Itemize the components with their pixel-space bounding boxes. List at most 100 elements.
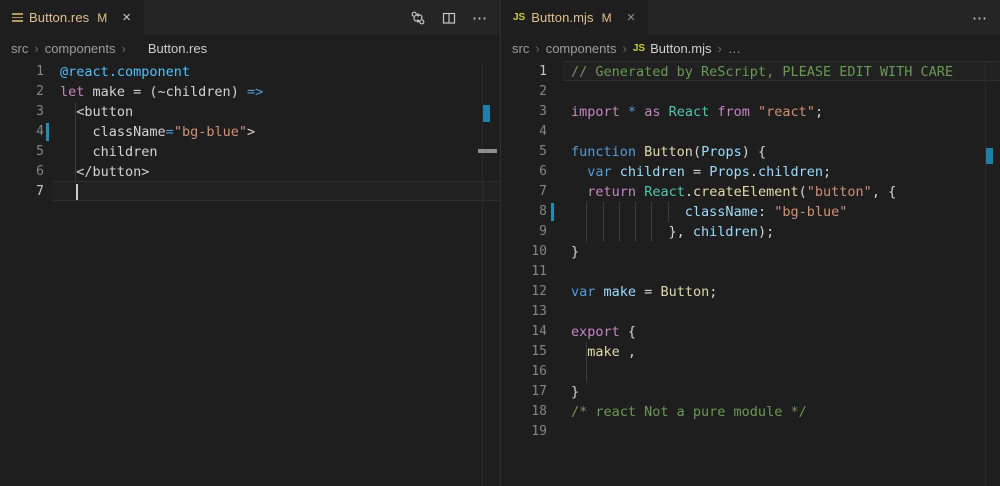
javascript-file-icon: JS xyxy=(633,43,645,54)
code-line[interactable]: 3 <button xyxy=(0,102,500,122)
breadcrumb-folder[interactable]: components xyxy=(546,41,617,56)
line-number: 2 xyxy=(0,82,44,102)
more-actions-icon[interactable]: ⋯ xyxy=(972,9,988,27)
breadcrumb-left: src › components › Button.res xyxy=(0,35,500,62)
code-text: return React.createElement("button", { xyxy=(571,182,896,202)
line-number: 9 xyxy=(501,222,547,242)
tab-title: Button.mjs xyxy=(531,10,593,25)
modified-overview-marker xyxy=(986,148,993,164)
code-line[interactable]: 2 xyxy=(501,82,1000,102)
modified-badge: M xyxy=(97,11,107,25)
code-line[interactable]: 11 xyxy=(501,262,1000,282)
code-line[interactable]: 1 @react.component xyxy=(0,62,500,82)
file-icon xyxy=(132,44,143,53)
close-icon[interactable]: × xyxy=(119,9,134,26)
tab-button-mjs[interactable]: JS Button.mjs M × xyxy=(501,0,649,35)
code-line[interactable]: 17} xyxy=(501,382,1000,402)
chevron-right-icon: › xyxy=(718,41,722,56)
line-number: 7 xyxy=(0,182,44,202)
line-number: 11 xyxy=(501,262,547,282)
code-line[interactable]: 10} xyxy=(501,242,1000,262)
line-number: 16 xyxy=(501,362,547,382)
line-number: 17 xyxy=(501,382,547,402)
line-number: 8 xyxy=(501,202,547,222)
line-number: 19 xyxy=(501,422,547,442)
tab-strip-left: Button.res M × ⋯ xyxy=(0,0,500,35)
code-text: className: "bg-blue" xyxy=(571,202,847,222)
more-actions-icon[interactable]: ⋯ xyxy=(472,9,488,27)
open-changes-icon[interactable] xyxy=(410,10,426,26)
code-text: <button xyxy=(60,102,133,122)
code-line[interactable]: 1// Generated by ReScript, PLEASE EDIT W… xyxy=(501,62,1000,82)
javascript-file-icon: JS xyxy=(513,12,525,23)
code-line[interactable]: 7 return React.createElement("button", { xyxy=(501,182,1000,202)
file-icon xyxy=(12,13,23,22)
code-text: }, children); xyxy=(571,222,774,242)
code-line[interactable]: 8 className: "bg-blue" xyxy=(501,202,1000,222)
breadcrumb-file[interactable]: Button.res xyxy=(148,41,207,56)
breadcrumb-folder[interactable]: src xyxy=(11,41,28,56)
line-number: 1 xyxy=(0,62,44,82)
close-icon[interactable]: × xyxy=(624,9,639,26)
chevron-right-icon: › xyxy=(122,41,126,56)
code-text: @react.component xyxy=(60,62,190,82)
code-text: </button> xyxy=(60,162,149,182)
line-number: 1 xyxy=(501,62,547,82)
code-text: } xyxy=(571,242,579,262)
code-editor-rescript[interactable]: 1 @react.component 2 let make = (~children)… xyxy=(0,62,500,486)
code-text: make , xyxy=(571,342,636,362)
code-text: children xyxy=(60,142,158,162)
code-line[interactable]: 14 export { xyxy=(501,322,1000,342)
code-line[interactable]: 5function Button(Props) { xyxy=(501,142,1000,162)
code-line[interactable]: 6 var children = Props.children; xyxy=(501,162,1000,182)
code-line[interactable]: 3import * as React from "react"; xyxy=(501,102,1000,122)
line-number: 13 xyxy=(501,302,547,322)
code-line[interactable]: 2 let make = (~children) => xyxy=(0,82,500,102)
code-line[interactable]: 15 make , xyxy=(501,342,1000,362)
line-number: 7 xyxy=(501,182,547,202)
vscode-editor-area: Button.res M × ⋯ xyxy=(0,0,1000,486)
git-modified-gutter-indicator xyxy=(46,123,49,141)
cursor-overview-marker xyxy=(478,149,497,153)
tab-strip-right: JS Button.mjs M × ⋯ xyxy=(501,0,1000,35)
split-editor-icon[interactable] xyxy=(441,10,457,26)
editor-actions-right: ⋯ xyxy=(972,0,988,35)
line-number: 3 xyxy=(0,102,44,122)
breadcrumb-folder[interactable]: components xyxy=(45,41,116,56)
code-line[interactable]: 7 xyxy=(0,182,500,202)
code-line[interactable]: 9 }, children); xyxy=(501,222,1000,242)
line-number: 2 xyxy=(501,82,547,102)
code-line[interactable]: 5 children xyxy=(0,142,500,162)
code-line[interactable]: 13 xyxy=(501,302,1000,322)
code-line[interactable]: 12 var make = Button; xyxy=(501,282,1000,302)
code-line[interactable]: 19 xyxy=(501,422,1000,442)
breadcrumb-symbol-ellipsis[interactable]: … xyxy=(728,41,741,56)
breadcrumb-file[interactable]: Button.mjs xyxy=(650,41,711,56)
code-text: /* react Not a pure module */ xyxy=(571,402,807,422)
overview-ruler xyxy=(482,62,483,486)
chevron-right-icon: › xyxy=(34,41,38,56)
code-text: var make = Button; xyxy=(571,282,717,302)
code-line[interactable]: 4 className="bg-blue"> xyxy=(0,122,500,142)
code-line[interactable]: 18/* react Not a pure module */ xyxy=(501,402,1000,422)
code-line[interactable]: 6 </button> xyxy=(0,162,500,182)
line-number: 12 xyxy=(501,282,547,302)
line-number: 4 xyxy=(0,122,44,142)
modified-overview-marker xyxy=(483,105,490,122)
tab-button-res[interactable]: Button.res M × xyxy=(0,0,145,35)
modified-badge: M xyxy=(602,11,612,25)
line-number: 4 xyxy=(501,122,547,142)
code-editor-javascript[interactable]: 1// Generated by ReScript, PLEASE EDIT W… xyxy=(501,62,1000,486)
code-text: let make = (~children) => xyxy=(60,82,263,102)
code-text: import * as React from "react"; xyxy=(571,102,823,122)
chevron-right-icon: › xyxy=(623,41,627,56)
indent-guide xyxy=(586,362,587,382)
code-line[interactable]: 4 xyxy=(501,122,1000,142)
code-line[interactable]: 16 xyxy=(501,362,1000,382)
code-text: export { xyxy=(571,322,636,342)
line-number: 14 xyxy=(501,322,547,342)
tab-title: Button.res xyxy=(29,10,89,25)
code-text: className="bg-blue"> xyxy=(60,122,255,142)
code-text: function Button(Props) { xyxy=(571,142,766,162)
breadcrumb-folder[interactable]: src xyxy=(512,41,529,56)
